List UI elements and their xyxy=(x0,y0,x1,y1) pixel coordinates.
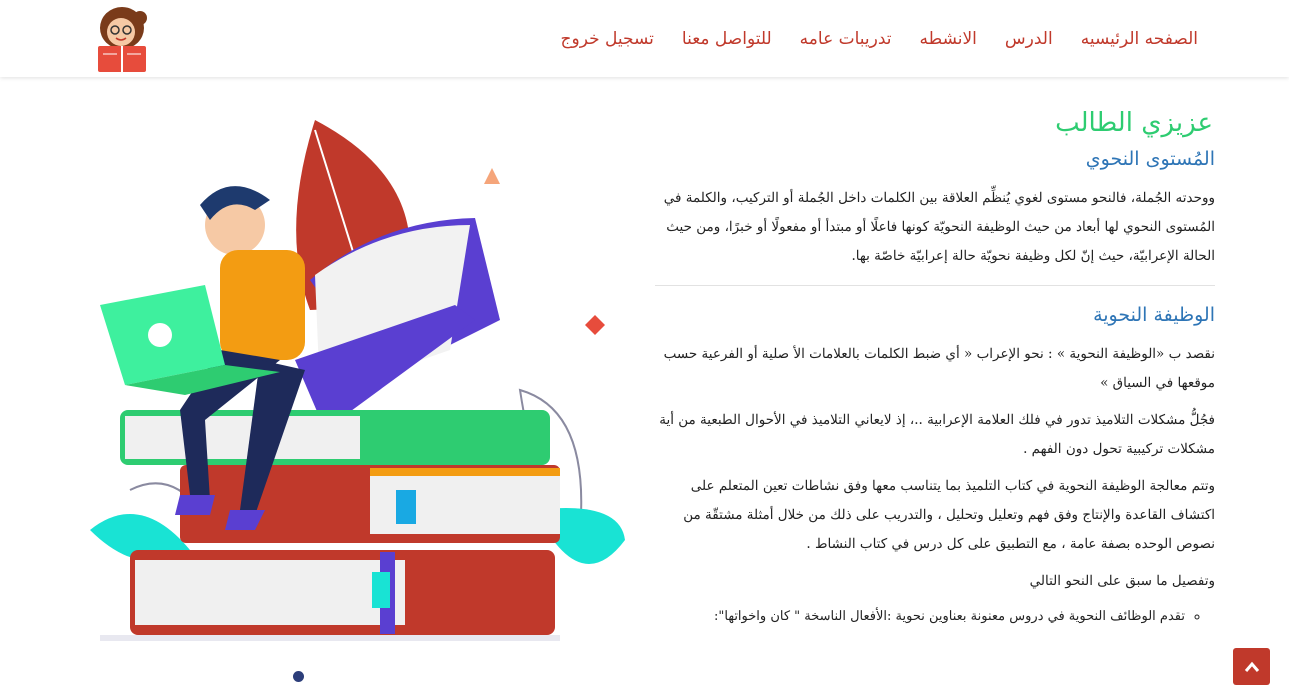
nav-activities[interactable]: الانشطه xyxy=(920,29,977,49)
section-text-level: ووحدته الجُملة، فالنحو مستوى لغوي يُنظِّ… xyxy=(663,190,1215,264)
lesson-content: عزيزي الطالب المُستوى النحوي ووحدته الجُ… xyxy=(655,100,1215,628)
nav-exercises[interactable]: تدريبات عامه xyxy=(800,29,892,49)
paragraph-definition: نقصد ب «الوظيفة النحوية » : نحو الإعراب … xyxy=(663,346,1215,391)
nav-logout[interactable]: تسجيل خروج xyxy=(561,29,654,49)
section-divider xyxy=(655,285,1215,286)
paragraph-treatment: وتتم معالجة الوظيفة النحوية في كتاب التل… xyxy=(683,478,1215,552)
greeting-heading: عزيزي الطالب xyxy=(1055,108,1213,138)
paragraph-detail: وتفصيل ما سبق على النحو التالي xyxy=(1029,573,1215,589)
nav-menu: الصفحه الرئيسيه الدرس الانشطه تدريبات عا… xyxy=(533,0,1198,77)
list-item: تقدم الوظائف النحوية في دروس معنونة بعنا… xyxy=(655,606,1185,628)
detail-list: تقدم الوظائف النحوية في دروس معنونة بعنا… xyxy=(655,606,1185,628)
chevron-up-icon xyxy=(1244,661,1259,672)
paragraph-problems: فجُلُّ مشكلات التلاميذ تدور في فلك العلا… xyxy=(659,412,1215,457)
navbar: الصفحه الرئيسيه الدرس الانشطه تدريبات عا… xyxy=(0,0,1289,77)
reading-girl-logo[interactable] xyxy=(88,4,156,74)
nav-contact[interactable]: للتواصل معنا xyxy=(682,29,772,49)
scroll-top-button[interactable] xyxy=(1233,648,1270,685)
section-title-level: المُستوى النحوي xyxy=(1085,148,1215,170)
carousel-indicator-dot[interactable] xyxy=(293,671,304,682)
student-books-illustration xyxy=(90,120,625,641)
section-title-function: الوظيفة النحوية xyxy=(1093,304,1215,326)
nav-home[interactable]: الصفحه الرئيسيه xyxy=(1081,29,1198,49)
nav-lesson[interactable]: الدرس xyxy=(1005,29,1053,49)
